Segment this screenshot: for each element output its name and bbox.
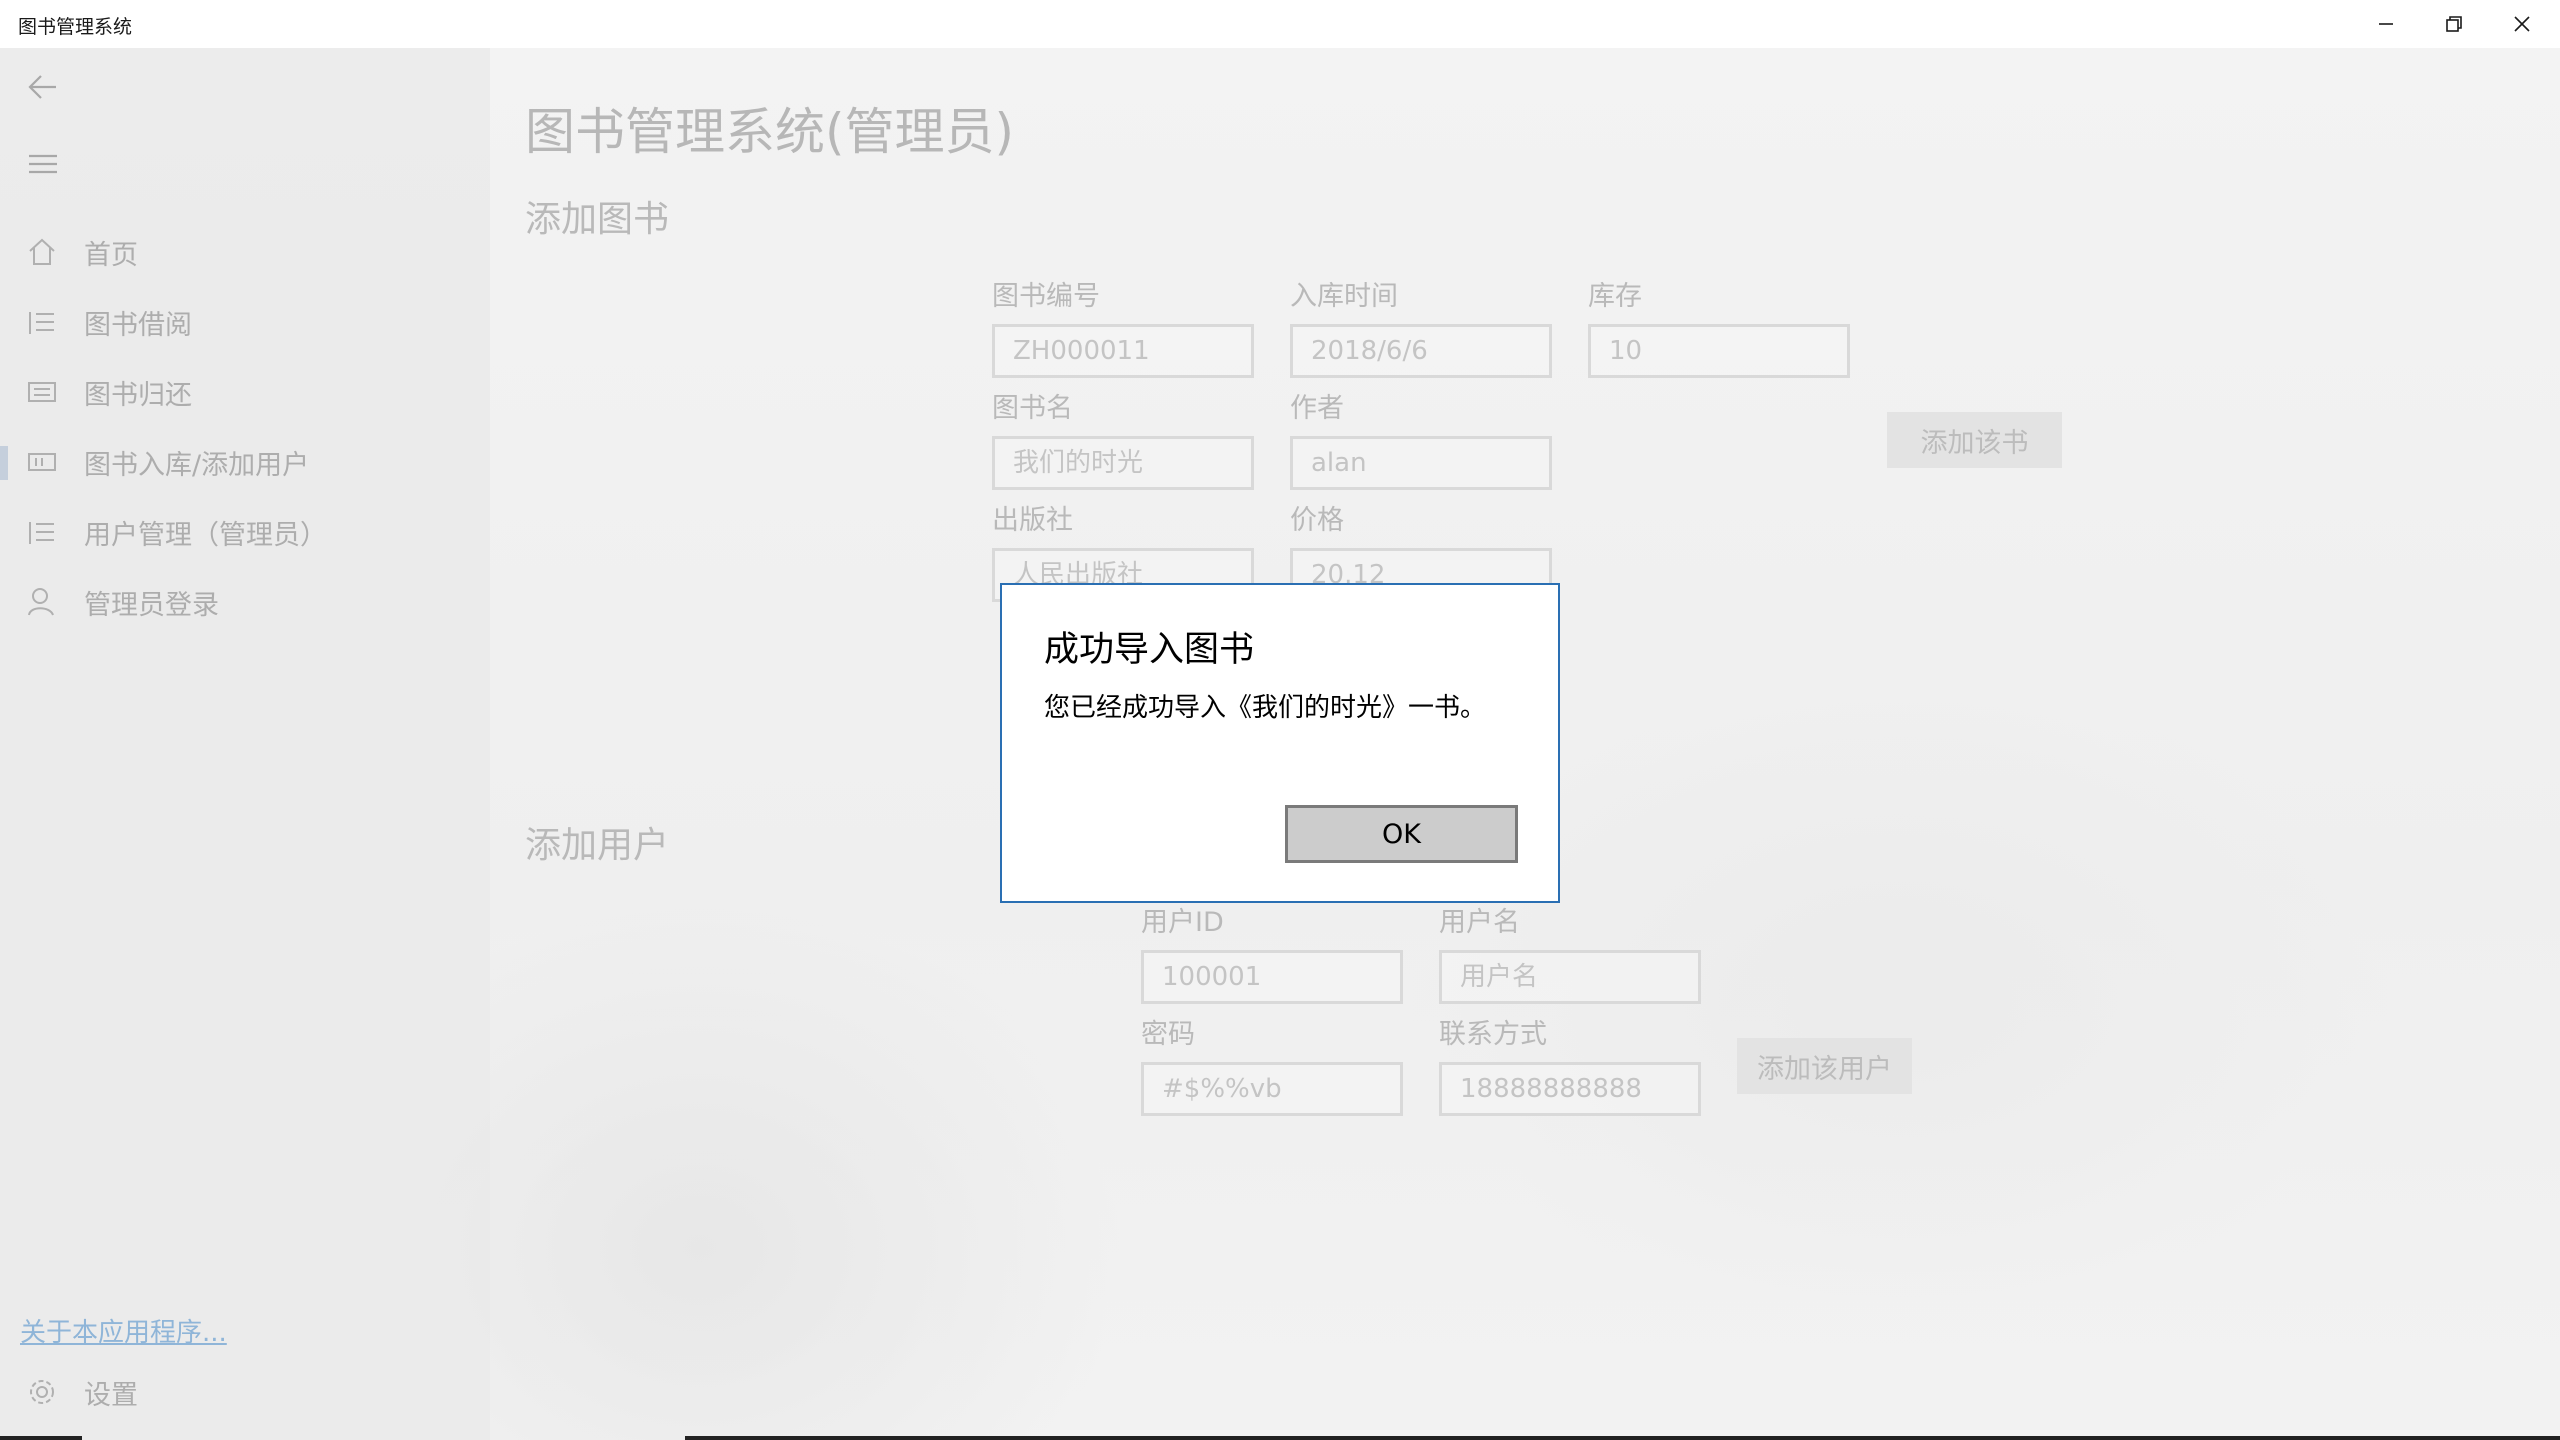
list-icon <box>26 306 58 338</box>
about-link[interactable]: 关于本应用程序... <box>20 1312 227 1349</box>
sidebar-item-label: 图书归还 <box>84 379 192 411</box>
add-user-button[interactable]: 添加该用户 <box>1737 1038 1912 1094</box>
window-title: 图书管理系统 <box>18 16 133 38</box>
gear-icon <box>26 1376 58 1408</box>
restore-icon <box>2446 16 2462 32</box>
username-label: 用户名 <box>1439 907 1520 938</box>
bottom-edge <box>685 1436 2560 1440</box>
book-id-label: 图书编号 <box>992 281 1100 312</box>
stock-date-input[interactable] <box>1290 324 1552 378</box>
sidebar-item-label: 管理员登录 <box>84 589 219 621</box>
price-label: 价格 <box>1290 505 1344 536</box>
page-title: 图书管理系统(管理员) <box>525 103 1015 161</box>
contact-label: 联系方式 <box>1439 1019 1547 1050</box>
sidebar-item-admin-login[interactable]: 管理员登录 <box>0 572 490 632</box>
publisher-label: 出版社 <box>992 505 1073 536</box>
title-bar: 图书管理系统 <box>0 0 2560 48</box>
minimize-icon <box>2379 23 2393 25</box>
sidebar-item-label: 图书借阅 <box>84 309 192 341</box>
stock-input[interactable] <box>1588 324 1850 378</box>
sidebar-item-import[interactable]: 图书入库/添加用户 <box>0 432 490 492</box>
add-book-section-title: 添加图书 <box>525 199 670 240</box>
user-id-label: 用户ID <box>1141 907 1224 938</box>
sidebar-item-label: 设置 <box>84 1379 138 1411</box>
restore-button[interactable] <box>2420 0 2488 48</box>
close-icon <box>2514 16 2530 32</box>
success-dialog: 成功导入图书 您已经成功导入《我们的时光》一书。 OK <box>1000 583 1560 903</box>
dialog-message: 您已经成功导入《我们的时光》一书。 <box>1044 693 1487 723</box>
author-label: 作者 <box>1290 393 1344 424</box>
sidebar: 首页 图书借阅 图书归还 图书入库/添加用户 用户管理（管理员） 管理员登录 关… <box>0 48 490 1440</box>
add-user-section-title: 添加用户 <box>525 825 670 866</box>
sidebar-item-borrow[interactable]: 图书借阅 <box>0 292 490 352</box>
back-button[interactable] <box>26 70 60 104</box>
sidebar-item-user-management[interactable]: 用户管理（管理员） <box>0 502 490 562</box>
selection-indicator <box>0 446 8 480</box>
home-icon <box>26 236 58 268</box>
username-input[interactable] <box>1439 950 1701 1004</box>
bottom-edge <box>0 1436 82 1440</box>
sidebar-item-label: 图书入库/添加用户 <box>84 449 310 481</box>
import-icon <box>26 446 58 478</box>
sidebar-item-settings[interactable]: 设置 <box>0 1362 490 1422</box>
password-label: 密码 <box>1141 1019 1195 1050</box>
hamburger-icon <box>29 154 57 174</box>
minimize-button[interactable] <box>2352 0 2420 48</box>
hamburger-menu-button[interactable] <box>26 147 60 181</box>
sidebar-item-return[interactable]: 图书归还 <box>0 362 490 422</box>
add-book-button[interactable]: 添加该书 <box>1887 412 2062 468</box>
return-icon <box>26 376 58 408</box>
user-id-input[interactable] <box>1141 950 1403 1004</box>
back-arrow-icon <box>28 75 56 99</box>
stock-label: 库存 <box>1588 281 1642 312</box>
sidebar-item-label: 用户管理（管理员） <box>84 519 327 551</box>
book-name-input[interactable] <box>992 436 1254 490</box>
person-icon <box>26 586 58 618</box>
ok-button[interactable]: OK <box>1285 805 1518 863</box>
close-button[interactable] <box>2488 0 2556 48</box>
dialog-title: 成功导入图书 <box>1044 630 1255 670</box>
author-input[interactable] <box>1290 436 1552 490</box>
book-id-input[interactable] <box>992 324 1254 378</box>
book-name-label: 图书名 <box>992 393 1073 424</box>
contact-input[interactable] <box>1439 1062 1701 1116</box>
sidebar-item-label: 首页 <box>84 239 138 271</box>
stock-date-label: 入库时间 <box>1290 281 1398 312</box>
password-input[interactable] <box>1141 1062 1403 1116</box>
sidebar-item-home[interactable]: 首页 <box>0 222 490 282</box>
list-icon <box>26 516 58 548</box>
